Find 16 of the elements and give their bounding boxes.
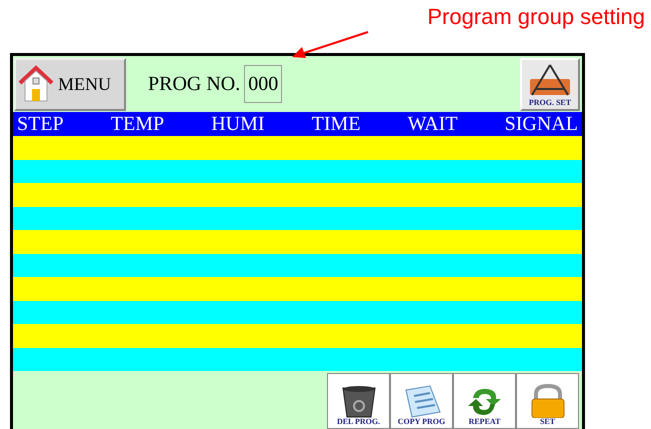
prog-set-button[interactable]: PROG. SET	[520, 58, 580, 110]
column-header: WAIT	[408, 114, 458, 134]
column-header: SIGNAL	[504, 114, 578, 134]
prog-no-label: PROG NO.	[148, 72, 240, 97]
house-icon	[18, 65, 54, 103]
toolbar-button[interactable]: REPEAT	[453, 373, 516, 429]
toolbar-button[interactable]: SET	[516, 373, 579, 429]
column-header: STEP	[17, 114, 64, 134]
column-header: TIME	[312, 114, 360, 134]
toolbar-button[interactable]: COPY PROG	[390, 373, 453, 429]
prog-no-field[interactable]: 000	[244, 65, 282, 103]
menu-button[interactable]: MENU	[14, 58, 126, 110]
column-header: TEMP	[110, 114, 164, 134]
annotation-text: Program group setting	[427, 6, 645, 28]
toolbar-button[interactable]: DEL PROG.	[327, 373, 390, 429]
column-header: HUMI	[211, 114, 265, 134]
